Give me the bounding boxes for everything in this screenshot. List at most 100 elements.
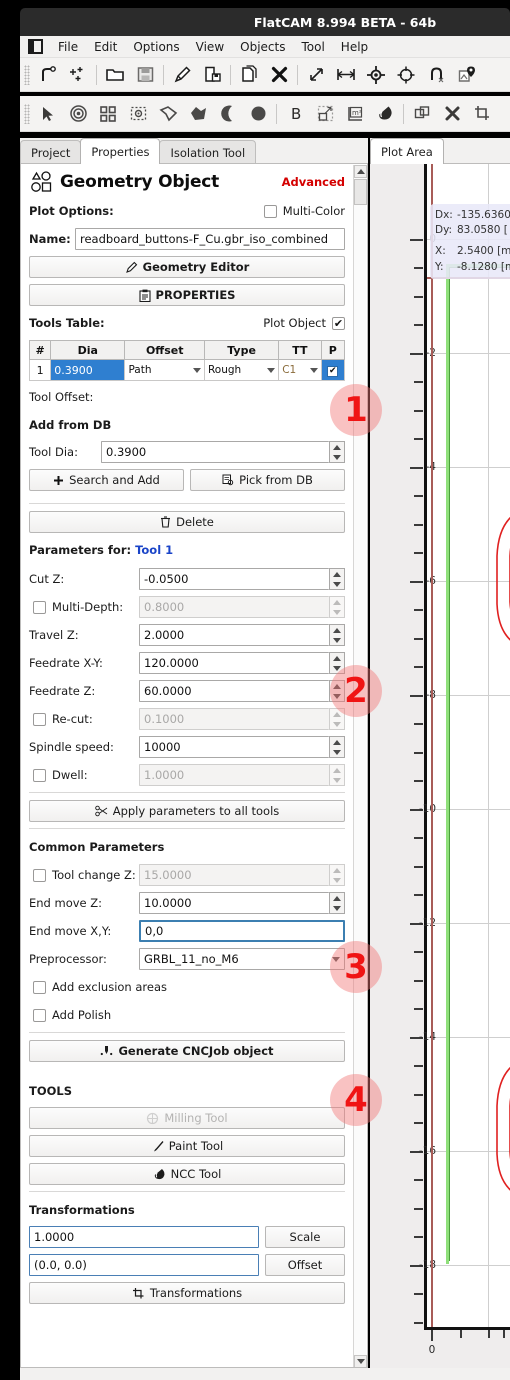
save-icon[interactable] [130, 61, 160, 89]
plot-canvas[interactable] [427, 164, 510, 1327]
end-move-z-input[interactable]: 10.0000 [139, 892, 329, 914]
polygon-icon[interactable] [153, 100, 183, 128]
delete-shape-icon[interactable] [437, 100, 467, 128]
stepper-up-icon[interactable] [330, 442, 344, 452]
menu-file[interactable]: File [50, 38, 86, 56]
add-exclusion-checkbox[interactable] [33, 980, 46, 994]
milling-tool-button[interactable]: Milling Tool [29, 1107, 345, 1129]
stepper-down-icon[interactable] [330, 452, 344, 462]
dwell-stepper[interactable]: 1.0000 [139, 764, 345, 786]
re-cut-input[interactable]: 0.1000 [139, 708, 329, 730]
tool-change-z-stepper[interactable]: 15.0000 [139, 864, 345, 886]
open-folder-icon[interactable] [100, 61, 130, 89]
feedrate-xy-input[interactable]: 120.0000 [139, 652, 329, 674]
scroll-down-button[interactable] [354, 1355, 367, 1367]
end-move-xy-input[interactable]: 0,0 [139, 920, 345, 942]
feedrate-z-stepper[interactable]: 60.0000 [139, 680, 345, 702]
stepper-down-icon[interactable] [330, 607, 344, 617]
stepper-up-icon[interactable] [330, 597, 344, 607]
cut-z-input[interactable]: -0.0500 [139, 568, 329, 590]
new-geometry-icon[interactable] [63, 61, 93, 89]
paint-tool-button[interactable]: Paint Tool [29, 1135, 345, 1157]
array-grid-icon[interactable] [93, 100, 123, 128]
open-project-icon[interactable] [33, 61, 63, 89]
spindle-speed-input[interactable]: 10000 [139, 736, 329, 758]
cell-num[interactable]: 1 [28, 359, 52, 381]
multi-depth-checkbox[interactable] [33, 600, 46, 614]
dwell-input[interactable]: 1.0000 [139, 764, 329, 786]
crosshair-icon[interactable] [391, 61, 421, 89]
cell-dia[interactable]: 0.3900 [50, 359, 126, 381]
stepper-up-icon[interactable] [330, 765, 344, 775]
cut-z-stepper[interactable]: -0.0500 [139, 568, 345, 590]
snap-magnet-icon[interactable] [421, 61, 451, 89]
buffer-icon[interactable] [310, 100, 340, 128]
menu-help[interactable]: Help [333, 38, 376, 56]
feedrate-z-input[interactable]: 60.0000 [139, 680, 329, 702]
stepper-up-icon[interactable] [330, 865, 344, 875]
stepper-down-icon[interactable] [330, 635, 344, 645]
toolbar-grip[interactable] [24, 64, 30, 85]
tool-change-z-checkbox[interactable] [33, 868, 46, 882]
end-move-z-stepper[interactable]: 10.0000 [139, 892, 345, 914]
stepper-up-icon[interactable] [330, 893, 344, 903]
add-polish-checkbox[interactable] [33, 1008, 46, 1022]
toolbar-grip[interactable] [24, 103, 30, 124]
pick-from-db-button[interactable]: Pick from DB [190, 469, 345, 491]
stepper-down-icon[interactable] [330, 747, 344, 757]
save-object-icon[interactable] [197, 61, 227, 89]
scale-button[interactable]: Scale [265, 1226, 345, 1248]
object-name-input[interactable]: readboard_buttons-F_Cu.gbr_iso_combined [75, 228, 345, 250]
dwell-checkbox[interactable] [33, 768, 46, 782]
tab-isolation-tool[interactable]: Isolation Tool [159, 140, 257, 164]
offset-input[interactable]: (0.0, 0.0) [29, 1254, 259, 1276]
ncc-tool-button[interactable]: NCC Tool [29, 1163, 345, 1185]
menu-tool[interactable]: Tool [293, 38, 332, 56]
circle-filled-icon[interactable] [243, 100, 273, 128]
stepper-down-icon[interactable] [330, 875, 344, 885]
text-b-icon[interactable]: B [280, 100, 310, 128]
cell-plot-checkbox[interactable]: ✔ [320, 359, 346, 381]
search-and-add-button[interactable]: Search and Add [29, 469, 184, 491]
tab-project[interactable]: Project [20, 140, 82, 164]
multi-depth-input[interactable]: 0.8000 [139, 596, 329, 618]
delete-button[interactable]: Delete [29, 511, 345, 533]
half-disc-icon[interactable] [183, 100, 213, 128]
spindle-speed-stepper[interactable]: 10000 [139, 736, 345, 758]
tool-dia-input[interactable]: 0.3900 [101, 441, 329, 463]
plot-object-checkbox[interactable] [332, 316, 345, 330]
cell-offset[interactable]: Path [124, 359, 205, 381]
menu-objects[interactable]: Objects [232, 38, 293, 56]
travel-z-stepper[interactable]: 2.0000 [139, 624, 345, 646]
geometry-editor-button[interactable]: Geometry Editor [29, 256, 345, 278]
scroll-up-button[interactable] [354, 165, 367, 178]
jump-to-location-icon[interactable] [451, 61, 481, 89]
target-locate-icon[interactable] [361, 61, 391, 89]
generate-cncjob-button[interactable]: Generate CNCJob object [29, 1040, 345, 1062]
zoom-fit-icon[interactable] [301, 61, 331, 89]
copy-icon[interactable] [234, 61, 264, 89]
tab-plot-area[interactable]: Plot Area [370, 138, 444, 164]
crescent-icon[interactable] [213, 100, 243, 128]
cell-type[interactable]: Rough [203, 359, 280, 381]
menu-edit[interactable]: Edit [86, 38, 125, 56]
preprocessor-select[interactable]: GRBL_11_no_M6 [139, 948, 345, 970]
union-icon[interactable] [407, 100, 437, 128]
stepper-up-icon[interactable] [330, 737, 344, 747]
feedrate-xy-stepper[interactable]: 120.0000 [139, 652, 345, 674]
cell-tt[interactable]: C1 [278, 359, 322, 381]
area-measure-icon[interactable]: m² [340, 100, 370, 128]
transformations-button[interactable]: Transformations [29, 1282, 345, 1304]
stepper-down-icon[interactable] [330, 719, 344, 729]
stepper-up-icon[interactable] [330, 653, 344, 663]
properties-scrollbar[interactable] [353, 165, 367, 1367]
multi-depth-stepper[interactable]: 0.8000 [139, 596, 345, 618]
stepper-down-icon[interactable] [330, 903, 344, 913]
tab-properties[interactable]: Properties [80, 138, 161, 164]
re-cut-checkbox[interactable] [33, 712, 46, 726]
stepper-down-icon[interactable] [330, 775, 344, 785]
tool-change-z-input[interactable]: 15.0000 [139, 864, 329, 886]
panel-toggle-icon[interactable] [28, 39, 43, 54]
menu-options[interactable]: Options [125, 38, 187, 56]
offset-button[interactable]: Offset [265, 1254, 345, 1276]
